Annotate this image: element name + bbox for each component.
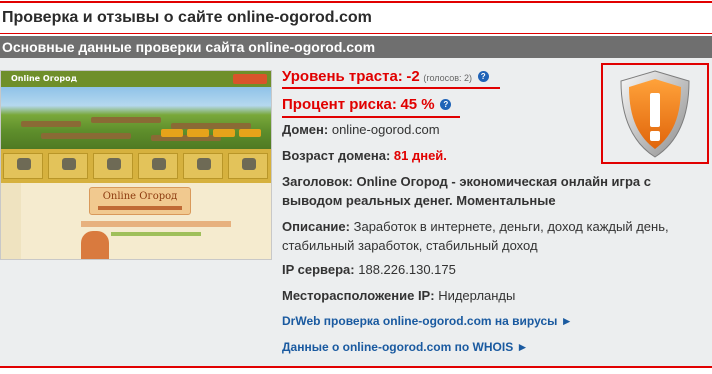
thumb-sidebar xyxy=(1,183,21,259)
domain-value: online-ogorod.com xyxy=(331,122,440,137)
domain-row: Домен: online-ogorod.com xyxy=(282,122,440,137)
warning-panel xyxy=(601,63,709,164)
trust-label: Уровень траста: xyxy=(282,68,403,85)
age-label: Возраст домена: xyxy=(282,148,391,163)
thumb-menu xyxy=(1,129,271,138)
description-row: Описание: Заработок в интернете, деньги,… xyxy=(282,217,712,255)
thumb-banner: Online Огород xyxy=(89,187,191,215)
location-row: Месторасположение IP: Нидерланды xyxy=(282,288,515,303)
heading-row: Заголовок: Online Огород - экономическая… xyxy=(282,172,712,210)
trust-value: -2 xyxy=(406,68,420,85)
whois-link[interactable]: Данные о online-ogorod.com по WHOIS ► xyxy=(282,340,528,354)
section-header: Основные данные проверки сайта online-og… xyxy=(0,36,712,58)
thumb-logo: Online Огород xyxy=(11,74,78,83)
risk-label: Процент риска: xyxy=(282,96,397,113)
age-row: Возраст домена: 81 дней. xyxy=(282,148,447,163)
thumb-icon-row xyxy=(1,149,271,183)
thumb-header: Online Огород xyxy=(1,71,271,87)
trust-row: Уровень траста: -2 (голосов: 2) ? xyxy=(282,68,489,85)
thumb-farm-scene xyxy=(1,87,271,149)
warning-shield-icon xyxy=(620,70,690,158)
location-label: Месторасположение IP: xyxy=(282,288,435,303)
description-label: Описание: xyxy=(282,219,350,234)
page-title: Проверка и отзывы о сайте online-ogorod.… xyxy=(2,9,372,26)
thumb-subtitle xyxy=(81,221,231,227)
drweb-link[interactable]: DrWeb проверка online-ogorod.com на виру… xyxy=(282,314,573,328)
risk-underline xyxy=(282,116,460,118)
title-divider xyxy=(0,33,712,34)
help-icon[interactable]: ? xyxy=(477,71,489,82)
ip-row: IP сервера: 188.226.130.175 xyxy=(282,262,456,277)
section-title: Основные данные проверки сайта online-og… xyxy=(2,39,376,55)
ip-value: 188.226.130.175 xyxy=(358,262,456,277)
site-screenshot[interactable]: Online Огород Online Огород xyxy=(0,70,272,260)
risk-value: 45 % xyxy=(400,96,435,113)
risk-row: Процент риска: 45 % ? xyxy=(282,96,452,113)
ip-label: IP сервера: xyxy=(282,262,355,277)
thumb-caption xyxy=(111,232,201,236)
age-value: 81 дней. xyxy=(393,148,447,163)
domain-label: Домен: xyxy=(282,122,329,137)
trust-votes: (голосов: 2) xyxy=(423,73,473,83)
thumb-character xyxy=(81,231,109,259)
trust-underline xyxy=(282,87,500,89)
thumb-register-button xyxy=(233,74,267,84)
help-icon[interactable]: ? xyxy=(440,99,452,110)
location-value: Нидерланды xyxy=(438,288,516,303)
heading-label: Заголовок: xyxy=(282,174,353,189)
